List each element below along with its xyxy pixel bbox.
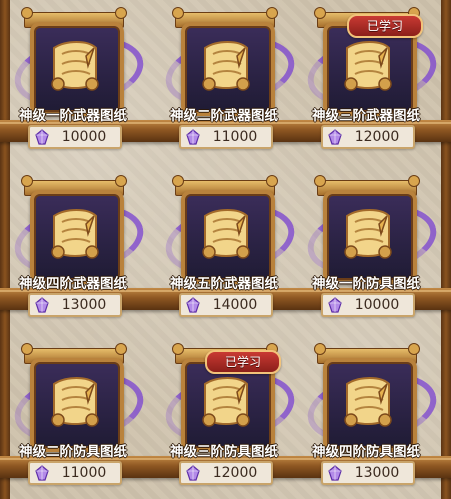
blueprint-scroll-icon: [341, 206, 395, 264]
price-value: 14000: [212, 297, 258, 313]
price-value: 12000: [354, 129, 400, 145]
blueprint-card[interactable]: 神级二阶武器图纸 11000: [159, 4, 300, 154]
purple-gem-icon: [327, 129, 343, 145]
price-tag: 11000: [179, 125, 273, 149]
blueprint-card[interactable]: 神级二阶防具图纸 11000: [8, 340, 149, 490]
purple-gem-icon: [34, 465, 50, 481]
blueprint-card[interactable]: 神级三阶防具图纸 12000 已学习: [159, 340, 300, 490]
blueprint-card[interactable]: 神级四阶防具图纸 13000: [301, 340, 442, 490]
price-value: 11000: [212, 129, 258, 145]
price-value: 11000: [61, 465, 107, 481]
learned-badge: 已学习: [205, 350, 281, 374]
blueprint-card[interactable]: 神级三阶武器图纸 12000 已学习: [301, 4, 442, 154]
price-tag: 12000: [321, 125, 415, 149]
blueprint-scroll-icon: [341, 38, 395, 96]
blueprint-scroll-icon: [199, 206, 253, 264]
price-tag: 13000: [321, 461, 415, 485]
price-value: 13000: [354, 465, 400, 481]
price-tag: 13000: [28, 293, 122, 317]
purple-gem-icon: [34, 297, 50, 313]
blueprint-card[interactable]: 神级四阶武器图纸 13000: [8, 172, 149, 322]
blueprint-card[interactable]: 神级五阶武器图纸 14000: [159, 172, 300, 322]
item-name: 神级三阶武器图纸: [312, 108, 420, 124]
item-name: 神级四阶武器图纸: [19, 276, 127, 292]
blueprint-scroll-icon: [48, 374, 102, 432]
item-name: 神级二阶武器图纸: [170, 108, 278, 124]
blueprint-card[interactable]: 神级一阶武器图纸 10000: [8, 4, 149, 154]
blueprint-card[interactable]: 神级一阶防具图纸 10000: [301, 172, 442, 322]
learned-badge: 已学习: [347, 14, 423, 38]
item-name: 神级五阶武器图纸: [170, 276, 278, 292]
blueprint-scroll-icon: [48, 206, 102, 264]
price-value: 10000: [61, 129, 107, 145]
purple-gem-icon: [185, 465, 201, 481]
blueprint-scroll-icon: [341, 374, 395, 432]
purple-gem-icon: [185, 297, 201, 313]
price-tag: 10000: [321, 293, 415, 317]
price-value: 10000: [354, 297, 400, 313]
price-value: 13000: [61, 297, 107, 313]
item-name: 神级一阶武器图纸: [19, 108, 127, 124]
price-tag: 10000: [28, 125, 122, 149]
item-name: 神级二阶防具图纸: [19, 444, 127, 460]
blueprint-scroll-icon: [48, 38, 102, 96]
price-value: 12000: [212, 465, 258, 481]
purple-gem-icon: [327, 297, 343, 313]
item-name: 神级三阶防具图纸: [170, 444, 278, 460]
item-name: 神级一阶防具图纸: [312, 276, 420, 292]
item-name: 神级四阶防具图纸: [312, 444, 420, 460]
purple-gem-icon: [185, 129, 201, 145]
blueprint-scroll-icon: [199, 38, 253, 96]
price-tag: 14000: [179, 293, 273, 317]
blueprint-scroll-icon: [199, 374, 253, 432]
shelf-side-right: [441, 0, 451, 499]
purple-gem-icon: [327, 465, 343, 481]
price-tag: 12000: [179, 461, 273, 485]
purple-gem-icon: [34, 129, 50, 145]
price-tag: 11000: [28, 461, 122, 485]
